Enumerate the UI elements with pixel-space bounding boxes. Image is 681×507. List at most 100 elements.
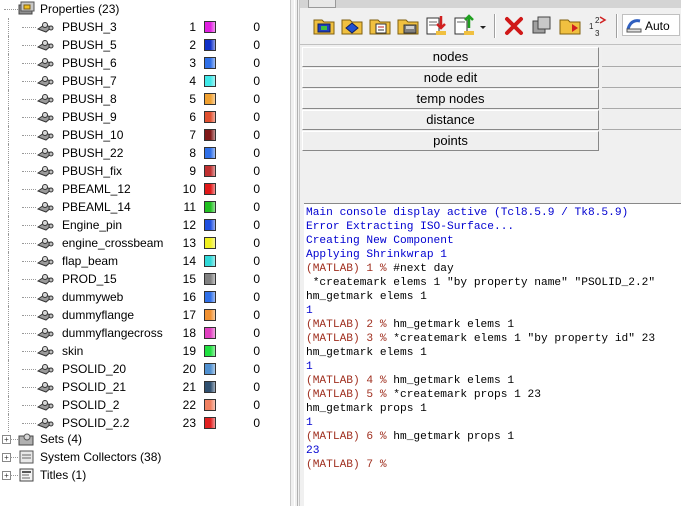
property-color-swatch[interactable] — [204, 57, 216, 69]
property-row[interactable]: PBEAML_14 11 0 — [0, 198, 290, 216]
property-id: 3 — [189, 56, 196, 70]
mask-icon[interactable] — [530, 12, 554, 38]
export-model-icon[interactable] — [340, 12, 364, 38]
property-count: 0 — [253, 308, 260, 322]
property-row[interactable]: PBUSH_5 2 0 — [0, 36, 290, 54]
property-row[interactable]: PBUSH_10 7 0 — [0, 126, 290, 144]
property-color-swatch[interactable] — [204, 201, 216, 213]
console-command: hm_getmark elems 1 — [393, 319, 515, 331]
import-solver-icon[interactable] — [424, 12, 448, 38]
property-count: 0 — [253, 146, 260, 160]
property-color-swatch[interactable] — [204, 309, 216, 321]
property-color-swatch[interactable] — [204, 255, 216, 267]
property-row[interactable]: dummyweb 16 0 — [0, 288, 290, 306]
console-prompt: (MATLAB) 3 % — [306, 333, 394, 345]
property-row[interactable]: PBUSH_8 5 0 — [0, 90, 290, 108]
property-color-swatch[interactable] — [204, 237, 216, 249]
property-id: 5 — [189, 92, 196, 106]
export-solver-icon[interactable] — [452, 12, 476, 38]
property-color-swatch[interactable] — [204, 219, 216, 231]
tree-connector — [4, 9, 18, 10]
property-row[interactable]: PROD_15 15 0 — [0, 270, 290, 288]
property-color-swatch[interactable] — [204, 381, 216, 393]
property-id: 20 — [182, 362, 196, 376]
print-icon[interactable] — [368, 12, 392, 38]
property-row[interactable]: dummyflangecross 18 0 — [0, 324, 290, 342]
nodes-button[interactable]: nodes — [302, 47, 599, 67]
property-row[interactable]: PBUSH_22 8 0 — [0, 144, 290, 162]
panel-splitter[interactable] — [290, 0, 300, 506]
property-row[interactable]: PSOLID_21 21 0 — [0, 378, 290, 396]
property-row[interactable]: engine_crossbeam 13 0 — [0, 234, 290, 252]
points-button[interactable]: points — [302, 131, 599, 151]
console-line: 1 — [306, 361, 313, 373]
property-color-swatch[interactable] — [204, 291, 216, 303]
property-row[interactable]: PSOLID_20 20 0 — [0, 360, 290, 378]
tree-group-system-collectors[interactable]: + System Collectors (38) — [0, 448, 290, 466]
property-color-swatch[interactable] — [204, 39, 216, 51]
property-color-swatch[interactable] — [204, 93, 216, 105]
property-color-swatch[interactable] — [204, 21, 216, 33]
tree-group-sets[interactable]: + Sets (4) — [0, 430, 290, 448]
property-name: PSOLID_21 — [62, 380, 127, 394]
property-color-swatch[interactable] — [204, 183, 216, 195]
dropdown-arrow-icon[interactable] — [478, 12, 488, 38]
tab-active[interactable] — [308, 0, 336, 8]
property-row[interactable]: PBUSH_6 3 0 — [0, 54, 290, 72]
property-color-swatch[interactable] — [204, 345, 216, 357]
entity-selector-combo[interactable]: Auto — [622, 14, 680, 36]
open-folder-icon[interactable] — [558, 12, 582, 38]
console-line: (MATLAB) 7 % — [306, 458, 393, 472]
node-edit-button[interactable]: node edit — [302, 68, 599, 88]
tree-connector — [22, 45, 36, 46]
property-row[interactable]: PSOLID_2 22 0 — [0, 396, 290, 414]
property-color-swatch[interactable] — [204, 75, 216, 87]
property-row[interactable]: flap_beam 14 0 — [0, 252, 290, 270]
property-icon — [36, 254, 56, 268]
import-model-icon[interactable] — [312, 12, 336, 38]
tree-connector — [8, 198, 9, 216]
property-row[interactable]: PBUSH_7 4 0 — [0, 72, 290, 90]
property-icon — [36, 200, 56, 214]
save-model-icon[interactable] — [396, 12, 420, 38]
property-row[interactable]: Engine_pin 12 0 — [0, 216, 290, 234]
property-color-swatch[interactable] — [204, 399, 216, 411]
tree-connector — [8, 252, 9, 270]
tree-connector — [22, 171, 36, 172]
property-row[interactable]: skin 19 0 — [0, 342, 290, 360]
delete-icon[interactable] — [502, 12, 526, 38]
console-line: (MATLAB) 6 % hm_getmark props 1 — [306, 430, 514, 444]
property-count: 0 — [253, 38, 260, 52]
property-color-swatch[interactable] — [204, 327, 216, 339]
command-console[interactable]: Main console display active (Tcl8.5.9 / … — [304, 203, 681, 507]
property-color-swatch[interactable] — [204, 417, 216, 429]
property-color-swatch[interactable] — [204, 273, 216, 285]
entity-selector-icon — [625, 17, 643, 36]
property-id: 11 — [183, 200, 196, 214]
property-count: 0 — [253, 362, 260, 376]
tree-connector — [22, 405, 36, 406]
property-color-swatch[interactable] — [204, 147, 216, 159]
distance-button[interactable]: distance — [302, 110, 599, 130]
tree-group-properties[interactable]: Properties (23) — [0, 0, 290, 18]
temp-nodes-button[interactable]: temp nodes — [302, 89, 599, 109]
tree-connector — [22, 387, 36, 388]
property-color-swatch[interactable] — [204, 111, 216, 123]
property-row[interactable]: PBUSH_3 1 0 — [0, 18, 290, 36]
console-line: (MATLAB) 2 % hm_getmark elems 1 — [306, 318, 514, 332]
property-count: 0 — [253, 344, 260, 358]
property-id: 18 — [182, 326, 196, 340]
renumber-icon[interactable]: 2 1 3 — [586, 12, 610, 38]
property-color-swatch[interactable] — [204, 363, 216, 375]
property-row[interactable]: PBUSH_fix 9 0 — [0, 162, 290, 180]
model-browser-tree[interactable]: Properties (23) PBUSH_3 1 0 PBUSH_5 2 0 PBUSH_… — [0, 0, 290, 506]
property-color-swatch[interactable] — [204, 165, 216, 177]
property-row[interactable]: PBEAML_12 10 0 — [0, 180, 290, 198]
property-color-swatch[interactable] — [204, 129, 216, 141]
property-row[interactable]: PBUSH_9 6 0 — [0, 108, 290, 126]
console-prompt: (MATLAB) 7 % — [306, 459, 394, 471]
property-row[interactable]: dummyflange 17 0 — [0, 306, 290, 324]
tree-connector — [8, 288, 9, 306]
property-count: 0 — [253, 416, 260, 430]
tree-group-titles[interactable]: + Titles (1) — [0, 466, 290, 484]
